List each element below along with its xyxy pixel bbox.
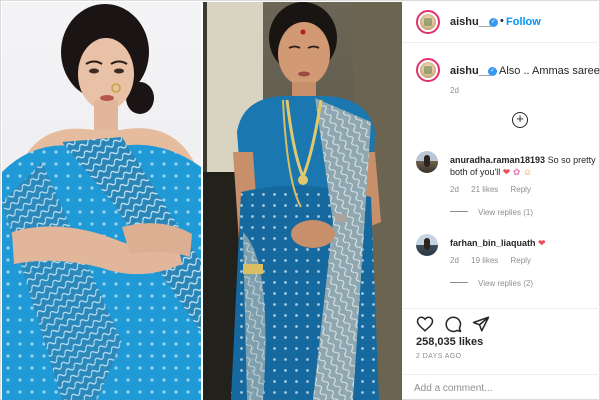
- photo-vintage-illustration: [203, 2, 402, 400]
- paper-plane-icon[interactable]: [472, 315, 490, 333]
- plus-circle-icon[interactable]: +: [512, 112, 528, 128]
- author-username[interactable]: aishu__: [450, 16, 491, 28]
- caption-timestamp[interactable]: 2d: [450, 86, 459, 95]
- commenter-username[interactable]: farhan_bin_liaquath: [450, 238, 536, 248]
- post-header: aishu__ ✓ • Follow: [402, 2, 600, 43]
- caption-author-avatar[interactable]: [416, 58, 440, 82]
- commenter-avatar[interactable]: [416, 234, 438, 256]
- caption-text: Also .. Ammas saree ♥: [499, 65, 600, 77]
- reply-button[interactable]: Reply: [511, 185, 531, 194]
- caption-verified-badge-icon: ✓: [488, 67, 497, 76]
- author-avatar[interactable]: [416, 10, 440, 34]
- smiling-face-emoji: ☺: [522, 167, 533, 177]
- reply-button[interactable]: Reply: [511, 256, 531, 265]
- comment-likes[interactable]: 19 likes: [471, 256, 498, 265]
- photo-actress-illustration: [2, 4, 201, 400]
- flower-emoji: ✿: [512, 167, 521, 177]
- commenter-avatar[interactable]: [416, 151, 438, 173]
- post-action-bar: [402, 308, 600, 338]
- red-heart-emoji: ❤: [538, 238, 546, 248]
- comment-time[interactable]: 2d: [450, 185, 459, 194]
- add-comment-bar: [402, 374, 600, 400]
- comment-likes[interactable]: 21 likes: [471, 185, 498, 194]
- view-replies-button[interactable]: View replies (2): [450, 279, 533, 288]
- caption-username[interactable]: aishu__: [450, 65, 491, 77]
- comment-meta: 2d 19 likes Reply: [450, 256, 541, 265]
- post-date[interactable]: 2 DAYS AGO: [416, 353, 462, 360]
- commenter-username[interactable]: anuradha.raman18193: [450, 155, 545, 165]
- red-heart-emoji: ❤: [502, 167, 511, 177]
- view-replies-label: View replies (2): [478, 279, 533, 288]
- replies-divider-line: [450, 211, 468, 212]
- heart-outline-icon[interactable]: [416, 315, 434, 333]
- comment-meta: 2d 21 likes Reply: [450, 185, 541, 194]
- comment-time[interactable]: 2d: [450, 256, 459, 265]
- replies-divider-line: [450, 282, 468, 283]
- comment-body: farhan_bin_liaquath ❤: [450, 237, 596, 249]
- add-comment-input[interactable]: [414, 379, 594, 397]
- view-replies-button[interactable]: View replies (1): [450, 208, 533, 217]
- like-count[interactable]: 258,035 likes: [416, 336, 483, 348]
- follow-button[interactable]: Follow: [506, 16, 541, 28]
- verified-badge-icon: ✓: [489, 18, 498, 27]
- instagram-post-frame: aishu__ ✓ • Follow aishu__ ✓ Also .. Amm…: [0, 0, 600, 400]
- header-separator: •: [500, 15, 504, 27]
- photo-actress-in-blue-saree: [2, 2, 201, 400]
- post-media[interactable]: [2, 2, 402, 400]
- view-replies-label: View replies (1): [478, 208, 533, 217]
- post-side-panel: aishu__ ✓ • Follow aishu__ ✓ Also .. Amm…: [402, 2, 600, 400]
- photo-vintage-mother: [203, 2, 402, 400]
- comment-bubble-icon[interactable]: [444, 315, 462, 333]
- comment-body: anuradha.raman18193 So so pretty both of…: [450, 154, 596, 178]
